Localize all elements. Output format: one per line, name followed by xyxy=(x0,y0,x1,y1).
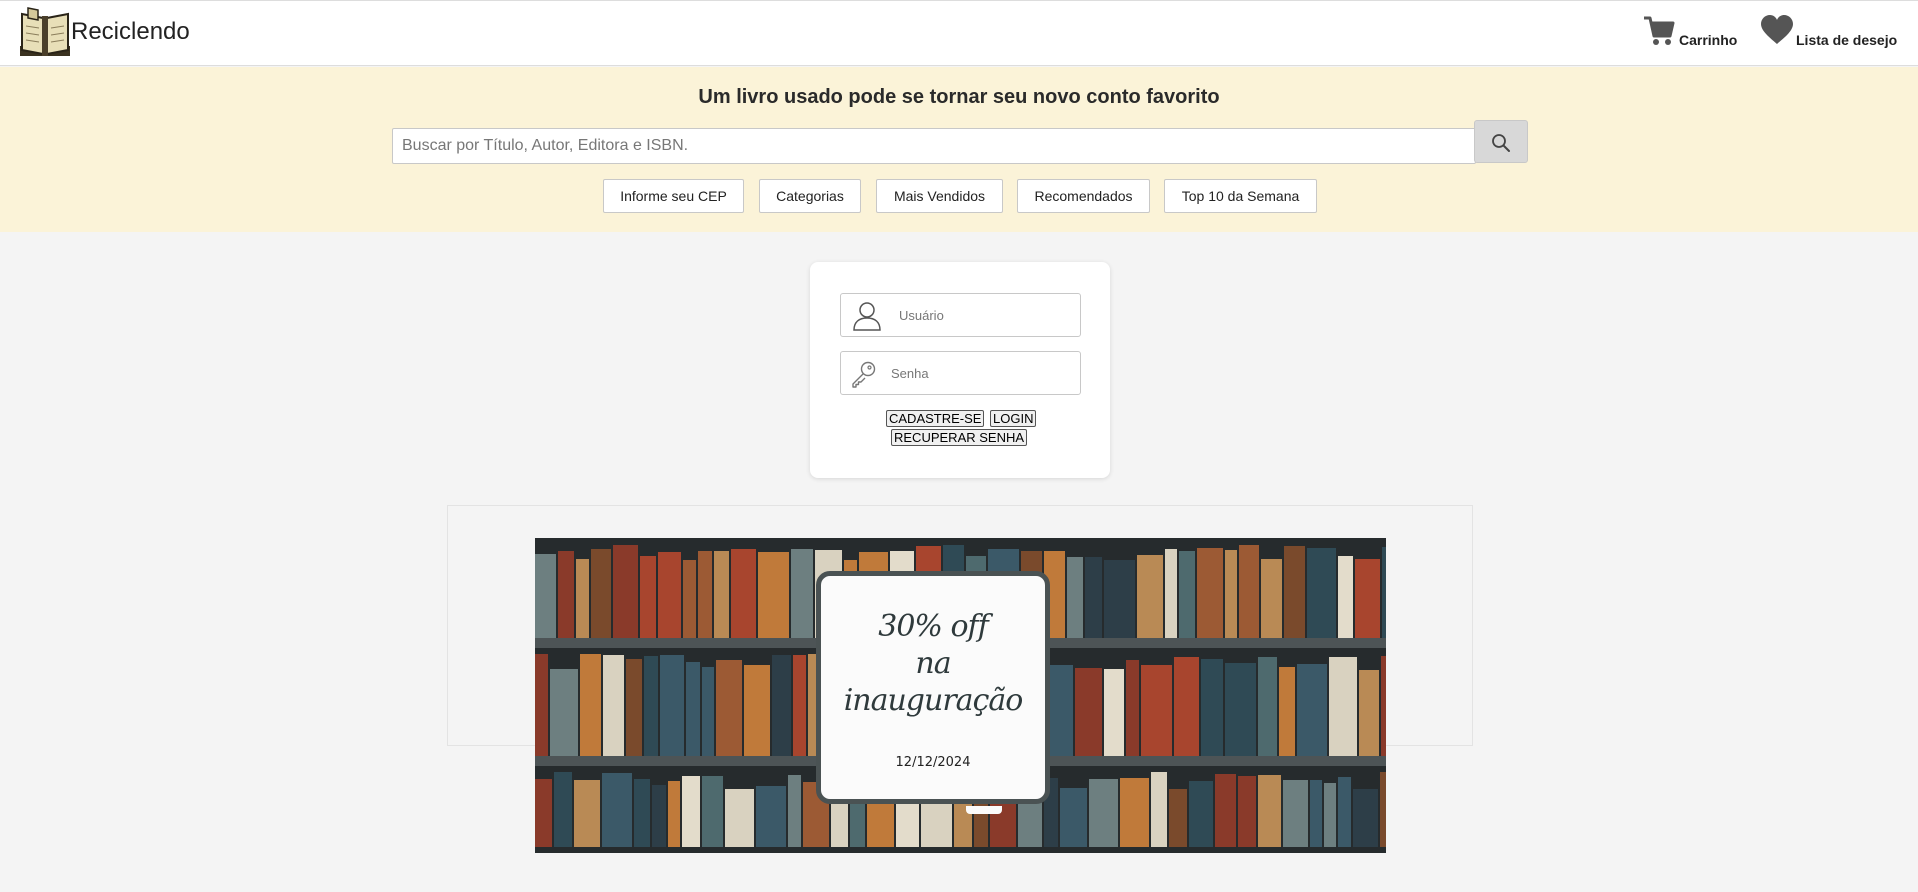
password-input[interactable] xyxy=(891,352,1071,394)
promo-title-line-2: na xyxy=(915,646,951,681)
promo-title: 30% off na inauguração xyxy=(821,608,1045,719)
tagline: Um livro usado pode se tornar seu novo c… xyxy=(698,86,1220,108)
categories-button[interactable]: Categorias xyxy=(759,179,861,213)
top-10-button[interactable]: Top 10 da Semana xyxy=(1164,179,1317,213)
promo-title-line-1: 30% off xyxy=(878,609,988,644)
promo-banner[interactable]: 30% off na inauguração 12/12/2024 xyxy=(535,538,1386,853)
best-sellers-button[interactable]: Mais Vendidos xyxy=(876,179,1003,213)
user-icon xyxy=(853,302,881,331)
recommended-button[interactable]: Recomendados xyxy=(1017,179,1150,213)
search-box xyxy=(392,128,1476,164)
login-card: CADASTRE-SE LOGIN RECUPERAR SENHA xyxy=(810,262,1110,478)
key-icon xyxy=(852,361,876,388)
wishlist-label: Lista de desejo xyxy=(1796,32,1898,48)
promo-date: 12/12/2024 xyxy=(895,755,971,770)
promo-title-line-3: inauguração xyxy=(843,683,1024,718)
site-header: Reciclendo Carrinho Lista de desejo xyxy=(0,0,1918,66)
search-button[interactable] xyxy=(1474,120,1528,163)
search-icon xyxy=(1492,134,1510,152)
recover-password-button[interactable]: RECUPERAR SENHA xyxy=(891,429,1028,446)
password-field[interactable] xyxy=(840,351,1081,395)
username-input[interactable] xyxy=(899,294,1069,336)
site-logo-text[interactable]: Reciclendo xyxy=(71,18,190,46)
cart-label: Carrinho xyxy=(1679,32,1738,48)
login-button[interactable]: LOGIN xyxy=(990,410,1037,427)
search-input[interactable] xyxy=(393,129,1475,163)
promo-card: 30% off na inauguração 12/12/2024 xyxy=(816,571,1050,804)
heart-icon xyxy=(1761,15,1793,44)
cart-icon xyxy=(1644,16,1675,45)
promo-card-tab xyxy=(966,806,1002,814)
search-banner: Um livro usado pode se tornar seu novo c… xyxy=(0,67,1918,232)
username-field[interactable] xyxy=(840,293,1081,337)
cep-button[interactable]: Informe seu CEP xyxy=(603,179,744,213)
book-logo-icon[interactable] xyxy=(18,6,72,58)
register-button[interactable]: CADASTRE-SE xyxy=(886,410,985,427)
